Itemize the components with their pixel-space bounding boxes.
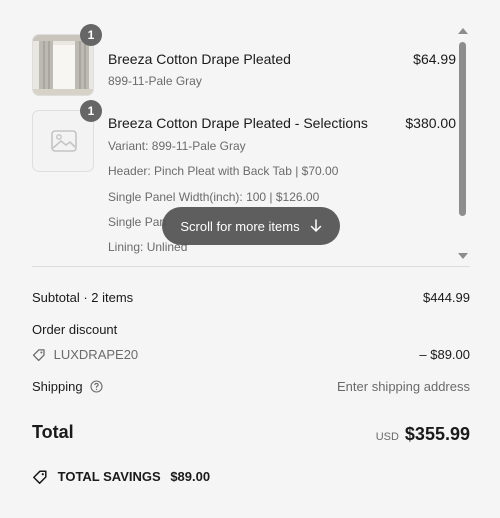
shipping-row: Shipping Enter shipping address — [32, 379, 470, 394]
item-title: Breeza Cotton Drape Pleated - Selections — [108, 115, 368, 131]
tag-icon — [32, 348, 45, 361]
total-row: Total USD $355.99 — [32, 422, 470, 445]
order-discount-row: Order discount — [32, 322, 470, 337]
item-variant: 899-11-Pale Gray — [108, 74, 202, 88]
cart-item: 1 Breeza Cotton Drape Pleated 899-11-Pal… — [32, 24, 456, 106]
total-value: $355.99 — [404, 424, 470, 444]
help-circle-icon[interactable] — [90, 380, 103, 393]
item-price: $380.00 — [405, 115, 456, 131]
arrow-down-icon — [310, 219, 321, 232]
scroll-down-arrow-icon[interactable] — [458, 253, 468, 259]
item-detail-partial: Single Pan — [108, 215, 167, 229]
total-savings-value: $89.00 — [170, 469, 211, 484]
subtotal-value: $444.99 — [423, 290, 470, 305]
tag-icon — [33, 470, 47, 484]
discount-value: – $89.00 — [419, 347, 470, 362]
total-value-group: USD $355.99 — [376, 424, 470, 445]
item-title: Breeza Cotton Drape Pleated — [108, 51, 291, 67]
order-discount-label: Order discount — [32, 322, 118, 337]
item-price: $64.99 — [413, 51, 456, 67]
subtotal-row: Subtotal · 2 items $444.99 — [32, 290, 470, 305]
discount-code: LUXDRAPE20 — [53, 347, 139, 362]
divider — [32, 266, 470, 267]
total-savings-label: TOTAL SAVINGS — [57, 469, 161, 484]
total-label: Total — [32, 422, 74, 442]
scroll-up-arrow-icon[interactable] — [458, 28, 468, 34]
scroll-for-more-button[interactable]: Scroll for more items — [162, 207, 340, 245]
scroll-thumb[interactable] — [459, 42, 466, 216]
total-savings-row: TOTAL SAVINGS $89.00 — [32, 469, 470, 485]
item-detail-header: Header: Pinch Pleat with Back Tab | $70.… — [108, 164, 339, 178]
item-detail-variant: Variant: 899-11-Pale Gray — [108, 139, 246, 153]
quantity-badge: 1 — [80, 100, 102, 122]
item-detail-width: Single Panel Width(inch): 100 | $126.00 — [108, 190, 320, 204]
scroll-hint-label: Scroll for more items — [180, 218, 300, 234]
scrollbar[interactable] — [456, 24, 470, 266]
discount-code-row: LUXDRAPE20 – $89.00 — [32, 347, 470, 362]
shipping-value: Enter shipping address — [337, 379, 470, 394]
shipping-label: Shipping — [32, 379, 83, 394]
quantity-badge: 1 — [80, 24, 102, 46]
subtotal-label: Subtotal · 2 items — [32, 290, 134, 305]
total-currency: USD — [375, 431, 399, 443]
